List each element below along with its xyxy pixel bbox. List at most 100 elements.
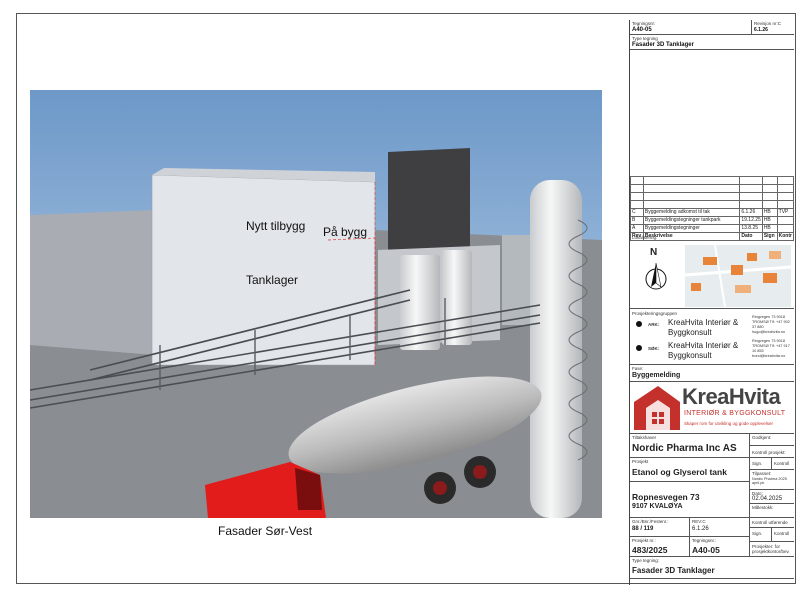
- large-tank: [530, 180, 582, 518]
- revision-row-a: A Byggemeldingstegninger 13.8.25 HB: [630, 224, 795, 233]
- client-sign-label: Sign.: [752, 461, 763, 466]
- drawing-number-cell: Tegningsnr: A40-05: [630, 20, 752, 35]
- scale-cell: Målestokk:: [750, 504, 794, 518]
- rev-c-id: C: [630, 208, 644, 217]
- footer-rev-value: 6.1.26: [692, 526, 709, 532]
- address-line-2: 9107 KVALØYA: [632, 503, 683, 510]
- revision-label: Revisjon nr:C: [754, 21, 782, 26]
- project-cell: Prosjekt Etanol og Glyserol tank: [630, 458, 750, 482]
- client-value: Nordic Pharma Inc AS: [632, 443, 737, 454]
- project-group-label: Prosjekteringsgruppen: [632, 311, 678, 316]
- sok-bullet-icon: [636, 345, 642, 351]
- 3d-render-image: [30, 90, 602, 518]
- approved-label: Godkjent:: [752, 435, 772, 440]
- project-no-label: Prosjekt nr.:: [632, 538, 656, 543]
- footer-type-cell: Type tegning: Fasader 3D Tanklager: [630, 557, 794, 579]
- dark-tower: [388, 148, 470, 252]
- rev-c-sign: HB: [761, 208, 778, 217]
- footer-rev-cell: REV:C 6.1.26: [690, 518, 750, 537]
- client-kontroll-cell: Kontroll: [772, 458, 794, 470]
- sok-label: SØK:: [648, 346, 660, 351]
- label-on-building: På bygg: [323, 225, 368, 239]
- footer-sign-label: Sign.: [752, 531, 763, 536]
- type-value: Fasader 3D Tanklager: [632, 42, 694, 48]
- north-arrow-icon: N: [642, 247, 670, 305]
- footer-drawing-no-cell: Tegningsnr.: A40-05: [690, 537, 750, 557]
- revision-cell: Revisjon nr:C 6.1.26: [752, 20, 794, 35]
- ark-bullet-icon: [636, 321, 642, 327]
- footer-drawing-no-label: Tegningsnr.:: [692, 538, 717, 543]
- rev-a-date: 13.8.25: [739, 224, 763, 233]
- footer-type-label: Type tegning:: [632, 558, 660, 563]
- tilpasset-cell: Tilpasset: Nordic Pharma 2025 april.pir: [750, 470, 794, 490]
- rev-a-ctrl: [776, 224, 795, 233]
- truck-hub-2: [473, 465, 487, 479]
- location-cell: Lokalisering: N: [630, 233, 794, 309]
- rev-a-id: A: [630, 224, 644, 233]
- rev-c-ctrl: TVP: [776, 208, 795, 217]
- footer-kontroll-label: Kontroll: [774, 531, 790, 536]
- render-svg: [30, 90, 602, 518]
- north-arrow-svg: [645, 262, 667, 290]
- rev-b-id: B: [630, 216, 644, 225]
- revision-row-b: B Byggemeldingstegninger tankpark 19.12.25…: [630, 216, 795, 225]
- rev-c-date: 6.1.26: [739, 208, 763, 217]
- drawing-caption: Fasader Sør-Vest: [218, 524, 313, 538]
- type-label: Type tegning: [632, 36, 658, 41]
- footer-kontroll-cell: Kontroll: [772, 528, 794, 542]
- client-sign-cell: Sign.: [750, 458, 772, 470]
- rev-a-desc: Byggemeldingstegninger: [642, 224, 741, 233]
- tilpasset-label: Tilpasset:: [752, 471, 772, 476]
- label-new-building: Nytt tilbygg: [246, 219, 306, 233]
- footer-type-value: Fasader 3D Tanklager: [632, 566, 715, 575]
- footer-drawing-no-value: A40-05: [692, 545, 720, 555]
- project-group-cell: Prosjekteringsgruppen ARK: KreaHvita Int…: [630, 309, 794, 365]
- sok-address: Ringvegen 73 9018 TROMSØ Tlf: +47 917 10…: [752, 339, 790, 358]
- ark-address: Ringvegen 73 9018 TROMSØ Tlf: +47 902 37…: [752, 315, 790, 334]
- drawing-no-label: Tegningsnr:: [632, 21, 656, 26]
- project-for-cell: Prosjekter: for prosjektkontor/bev.: [750, 542, 794, 557]
- rev-a-sign: HB: [761, 224, 778, 233]
- truck-hub-1: [433, 481, 447, 495]
- revision-date: 6.1.26: [754, 27, 768, 33]
- footer-sign-cell: Sign.: [750, 528, 772, 542]
- title-block: Tegningsnr: A40-05 Revisjon nr:C 6.1.26 …: [629, 20, 795, 585]
- house-logo-icon: [634, 386, 680, 430]
- label-tank-storage: Tanklager: [246, 273, 299, 287]
- footer-rev-label: REV:C: [692, 519, 706, 524]
- sok-name: KreaHvita Interiør & Byggkonsult: [668, 341, 739, 360]
- external-control-cell: Kontroll utførende: [750, 518, 794, 528]
- date-cell: Dato: 02.04.2025: [750, 490, 794, 504]
- project-no-value: 483/2025: [632, 545, 668, 555]
- project-label: Prosjekt: [632, 459, 649, 464]
- phase-value: Byggemelding: [632, 372, 681, 379]
- revision-table: C Byggemelding adkomst til tak 6.1.26 HB TVP…: [630, 176, 795, 241]
- left-low-building: [30, 210, 155, 355]
- client-label: Tiltakshaver: [632, 435, 657, 440]
- drawing-count-label: Gnr./Bnr./Festenr.:: [632, 519, 669, 524]
- rev-c-desc: Byggemelding adkomst til tak: [642, 208, 741, 217]
- rev-b-ctrl: [776, 216, 795, 225]
- phase-label: Fase:: [632, 366, 644, 371]
- rev-b-sign: HB: [761, 216, 778, 225]
- approved-cell: Godkjent:: [750, 434, 794, 446]
- date-value: 02.04.2025: [752, 496, 783, 502]
- drawing-count-value: 88 / 119: [632, 526, 654, 532]
- drawing-no-value: A40-05: [632, 27, 652, 33]
- client-cell: Tiltakshaver Nordic Pharma Inc AS: [630, 434, 750, 458]
- logo-slogan: Skaper rom for utvikling og gode oppleve…: [684, 421, 774, 426]
- phase-cell: Fase: Byggemelding: [630, 365, 794, 382]
- tilpasset-value: Nordic Pharma 2025 april.pir: [752, 477, 787, 485]
- control-project-label: Kontroll prosjekt:: [752, 450, 786, 455]
- location-map: [685, 245, 791, 307]
- scale-label: Målestokk:: [752, 505, 774, 510]
- logo-tagline: INTERIØR & BYGGKONSULT: [684, 410, 786, 417]
- ark-label: ARK:: [648, 322, 660, 327]
- client-kontroll-label: Kontroll: [774, 461, 790, 466]
- revision-row-c: C Byggemelding adkomst til tak 6.1.26 HB TVP: [630, 208, 795, 217]
- external-control-label: Kontroll utførende: [752, 520, 788, 525]
- project-for-value: prosjektkontor/bev.: [752, 549, 790, 554]
- location-map-svg: [685, 245, 791, 307]
- location-label: Lokalisering:: [632, 235, 658, 240]
- address-cell: Ropnesvegen 73 9107 KVALØYA: [630, 482, 750, 518]
